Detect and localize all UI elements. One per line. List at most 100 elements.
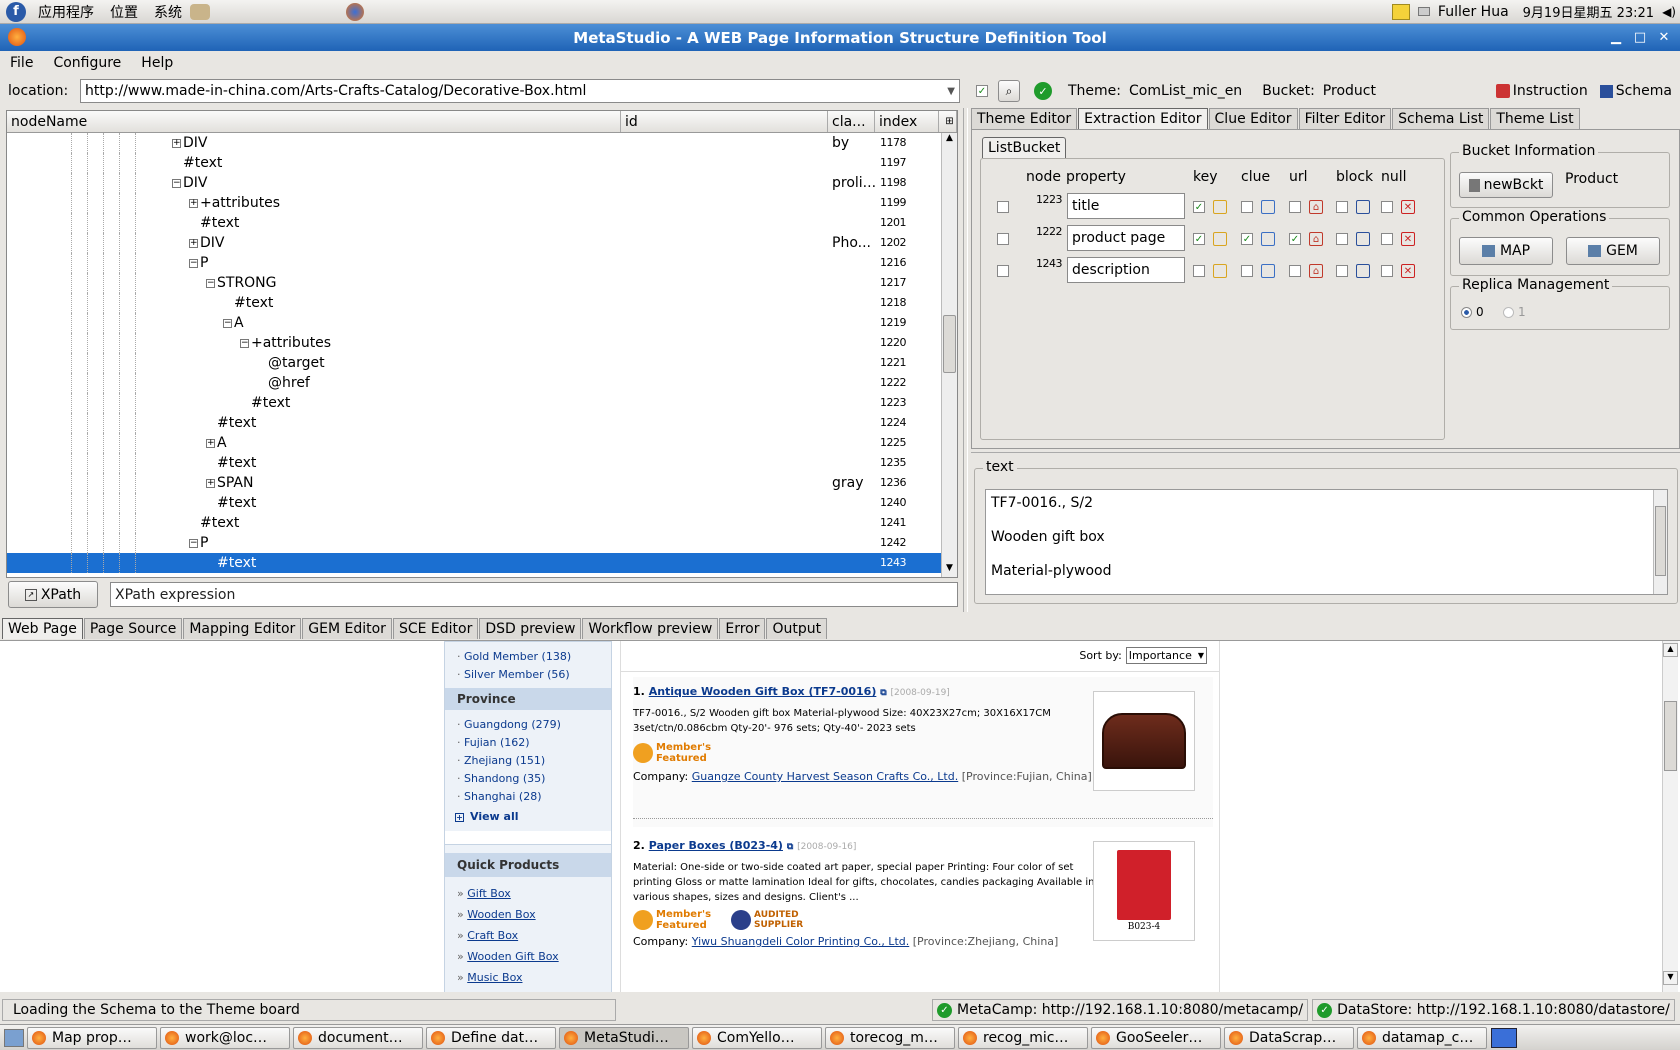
collapse-icon[interactable]: −	[189, 538, 198, 548]
maximize-icon[interactable]: □	[1630, 27, 1650, 47]
expand-icon[interactable]: +	[172, 138, 181, 148]
property-input[interactable]: description	[1067, 257, 1185, 283]
tree-row[interactable]: #text 1201	[7, 213, 957, 233]
chevron-down-icon[interactable]: ▼	[947, 86, 955, 97]
collapse-icon[interactable]: −	[223, 318, 232, 328]
xpath-input[interactable]: XPath expression	[110, 582, 958, 607]
row-select-checkbox[interactable]	[997, 265, 1009, 277]
expand-icon[interactable]: +	[206, 438, 215, 448]
xpath-button[interactable]: ↗ XPath	[8, 581, 98, 608]
taskbar-item[interactable]: recog_mic…	[958, 1026, 1088, 1049]
taskbar-item[interactable]: datamap_c…	[1357, 1026, 1487, 1049]
taskbar-item[interactable]: MetaStudi…	[559, 1026, 689, 1049]
new-bucket-button[interactable]: newBckt	[1459, 172, 1553, 198]
scroll-thumb[interactable]	[943, 315, 956, 373]
tab-dsd-preview[interactable]: DSD preview	[479, 618, 582, 639]
user-name[interactable]: Fuller Hua	[1438, 4, 1509, 20]
key-icon[interactable]	[1213, 232, 1227, 246]
tree-row[interactable]: #text 1241	[7, 513, 957, 533]
quick-product-link[interactable]: » Gift Box	[457, 883, 611, 904]
tree-row[interactable]: + DIV by 1178	[7, 133, 957, 153]
delete-icon[interactable]: ✕	[1401, 200, 1415, 214]
taskbar-item[interactable]: Map prop…	[27, 1026, 157, 1049]
tab-workflow-preview[interactable]: Workflow preview	[582, 618, 719, 639]
row-select-checkbox[interactable]	[997, 233, 1009, 245]
block-checkbox[interactable]	[1336, 265, 1348, 277]
province-link[interactable]: · Shanghai (28)	[457, 788, 611, 806]
places-menu[interactable]: 位置	[106, 2, 142, 22]
dom-tree-table[interactable]: nodeName id cla... index ⊞ + DIV by 1178 #te…	[6, 110, 958, 578]
location-input[interactable]: http://www.made-in-china.com/Arts-Crafts…	[80, 79, 960, 103]
clue-icon[interactable]	[1261, 264, 1275, 278]
clue-checkbox[interactable]	[1241, 265, 1253, 277]
collapse-icon[interactable]: −	[189, 258, 198, 268]
url-checkbox[interactable]	[1289, 265, 1301, 277]
horizontal-splitter[interactable]	[971, 452, 1680, 456]
copy-icon[interactable]: ⧉	[787, 842, 793, 852]
tree-row[interactable]: #text 1197	[7, 153, 957, 173]
tree-row[interactable]: #text 1243	[7, 553, 957, 573]
expand-icon[interactable]: +	[189, 198, 198, 208]
sort-select[interactable]: Importance ▼	[1125, 647, 1207, 664]
tab-clue-editor[interactable]: Clue Editor	[1208, 108, 1298, 129]
null-checkbox[interactable]	[1381, 201, 1393, 213]
tree-row[interactable]: + A 1225	[7, 433, 957, 453]
company-link[interactable]: Yiwu Shuangdeli Color Printing Co., Ltd.	[692, 935, 909, 948]
tree-row[interactable]: − STRONG 1217	[7, 273, 957, 293]
key-checkbox[interactable]: ✓	[1193, 233, 1205, 245]
taskbar-item[interactable]: GooSeeler…	[1091, 1026, 1221, 1049]
map-button[interactable]: MAP	[1459, 237, 1553, 265]
menu-configure[interactable]: Configure	[43, 55, 131, 71]
col-index[interactable]: index	[875, 111, 939, 132]
taskbar-item[interactable]: document…	[293, 1026, 423, 1049]
notes-icon[interactable]	[1391, 3, 1410, 20]
null-checkbox[interactable]	[1381, 265, 1393, 277]
clue-icon[interactable]	[1261, 232, 1275, 246]
tab-sce-editor[interactable]: SCE Editor	[392, 618, 479, 639]
collapse-icon[interactable]: −	[240, 338, 249, 348]
tree-row[interactable]: #text 1218	[7, 293, 957, 313]
collapse-icon[interactable]: −	[172, 178, 181, 188]
tab-gem-editor[interactable]: GEM Editor	[302, 618, 392, 639]
province-link[interactable]: · Guangdong (279)	[457, 716, 611, 734]
delete-icon[interactable]: ✕	[1401, 232, 1415, 246]
tab-theme-editor[interactable]: Theme Editor	[971, 108, 1078, 129]
tree-row[interactable]: + DIV Pho... 1202	[7, 233, 957, 253]
close-icon[interactable]: ✕	[1654, 27, 1674, 47]
tree-row[interactable]: #text 1224	[7, 413, 957, 433]
gem-button[interactable]: GEM	[1566, 237, 1660, 265]
taskbar-item[interactable]: DataScrap…	[1224, 1026, 1354, 1049]
product-title-link[interactable]: Antique Wooden Gift Box (TF7-0016)	[649, 685, 877, 698]
clue-icon[interactable]	[1261, 200, 1275, 214]
tab-error[interactable]: Error	[719, 618, 766, 639]
province-link[interactable]: · Zhejiang (151)	[457, 752, 611, 770]
home-icon[interactable]: ⌂	[1309, 232, 1323, 246]
firefox-tray-icon[interactable]	[1491, 1027, 1517, 1048]
system-menu[interactable]: 系统	[150, 2, 186, 22]
go-check-icon[interactable]: ✓	[1034, 82, 1052, 100]
view-all-link[interactable]: + View all	[445, 806, 611, 823]
company-link[interactable]: Guangze County Harvest Season Crafts Co.…	[692, 770, 958, 783]
key-checkbox[interactable]	[1193, 265, 1205, 277]
key-icon[interactable]	[1213, 200, 1227, 214]
property-input[interactable]: product page	[1067, 225, 1185, 251]
tree-row[interactable]: #text 1235	[7, 453, 957, 473]
tree-row[interactable]: #text 1240	[7, 493, 957, 513]
firefox-window-icon[interactable]	[8, 28, 26, 46]
product-title-link[interactable]: Paper Boxes (B023-4)	[649, 839, 783, 852]
column-picker-icon[interactable]: ⊞	[939, 111, 957, 132]
taskbar-item[interactable]: work@loc…	[160, 1026, 290, 1049]
key-checkbox[interactable]: ✓	[1193, 201, 1205, 213]
web-scroll-thumb[interactable]	[1664, 701, 1677, 771]
firefox-launcher-icon[interactable]	[346, 2, 364, 21]
web-scrollbar[interactable]: ▲ ▼	[1662, 641, 1678, 992]
fedora-icon[interactable]: f	[6, 1, 26, 22]
tab-schema-list[interactable]: Schema List	[1392, 108, 1490, 129]
quick-product-link[interactable]: » Wooden Gift Box	[457, 946, 611, 967]
applications-menu[interactable]: 应用程序	[34, 2, 98, 22]
quick-product-link[interactable]: » Music Box	[457, 967, 611, 988]
tab-filter-editor[interactable]: Filter Editor	[1298, 108, 1392, 129]
tree-row[interactable]: − P 1242	[7, 533, 957, 553]
tree-row[interactable]: #text 1223	[7, 393, 957, 413]
product-image[interactable]	[1093, 691, 1195, 791]
